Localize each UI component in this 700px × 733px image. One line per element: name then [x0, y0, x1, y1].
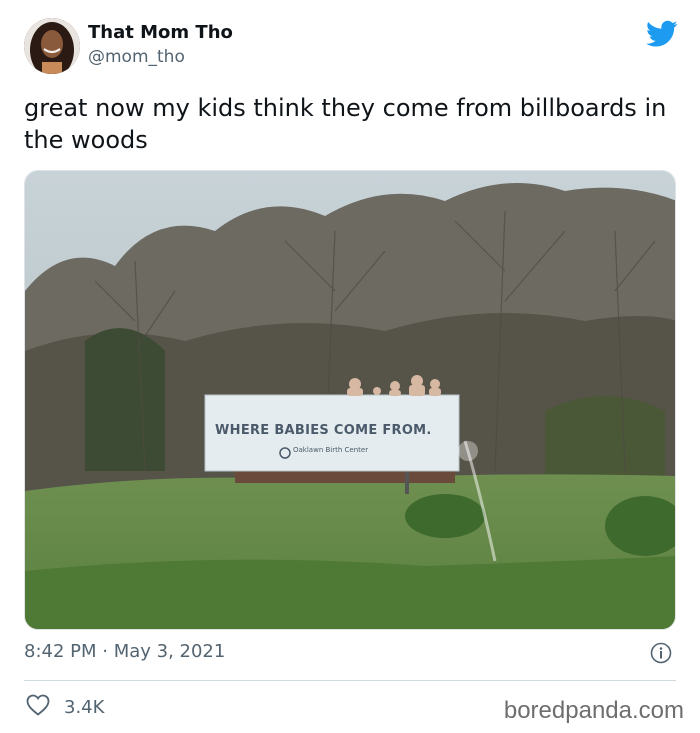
source-watermark: boredpanda.com [503, 697, 684, 724]
photo-scene [25, 171, 675, 629]
billboard-headline: WHERE BABIES COME FROM. [215, 423, 432, 438]
author-name[interactable]: That Mom Tho [88, 22, 233, 43]
tweet-text: great now my kids think they come from b… [24, 94, 667, 154]
author-handle[interactable]: @mom_tho [88, 47, 185, 67]
billboard-subline: Oaklawn Birth Center [293, 446, 369, 454]
heart-icon [26, 694, 50, 720]
info-icon[interactable] [650, 642, 672, 664]
like-count: 3.4K [64, 696, 105, 718]
tweet-timestamp[interactable]: 8:42 PM · May 3, 2021 [24, 641, 225, 662]
divider [24, 680, 676, 681]
avatar[interactable] [24, 18, 80, 74]
tweet-photo[interactable]: WHERE BABIES COME FROM. Oaklawn Birth Ce… [24, 170, 676, 630]
like-button[interactable]: 3.4K [26, 694, 104, 720]
twitter-bird-icon[interactable] [646, 20, 678, 48]
